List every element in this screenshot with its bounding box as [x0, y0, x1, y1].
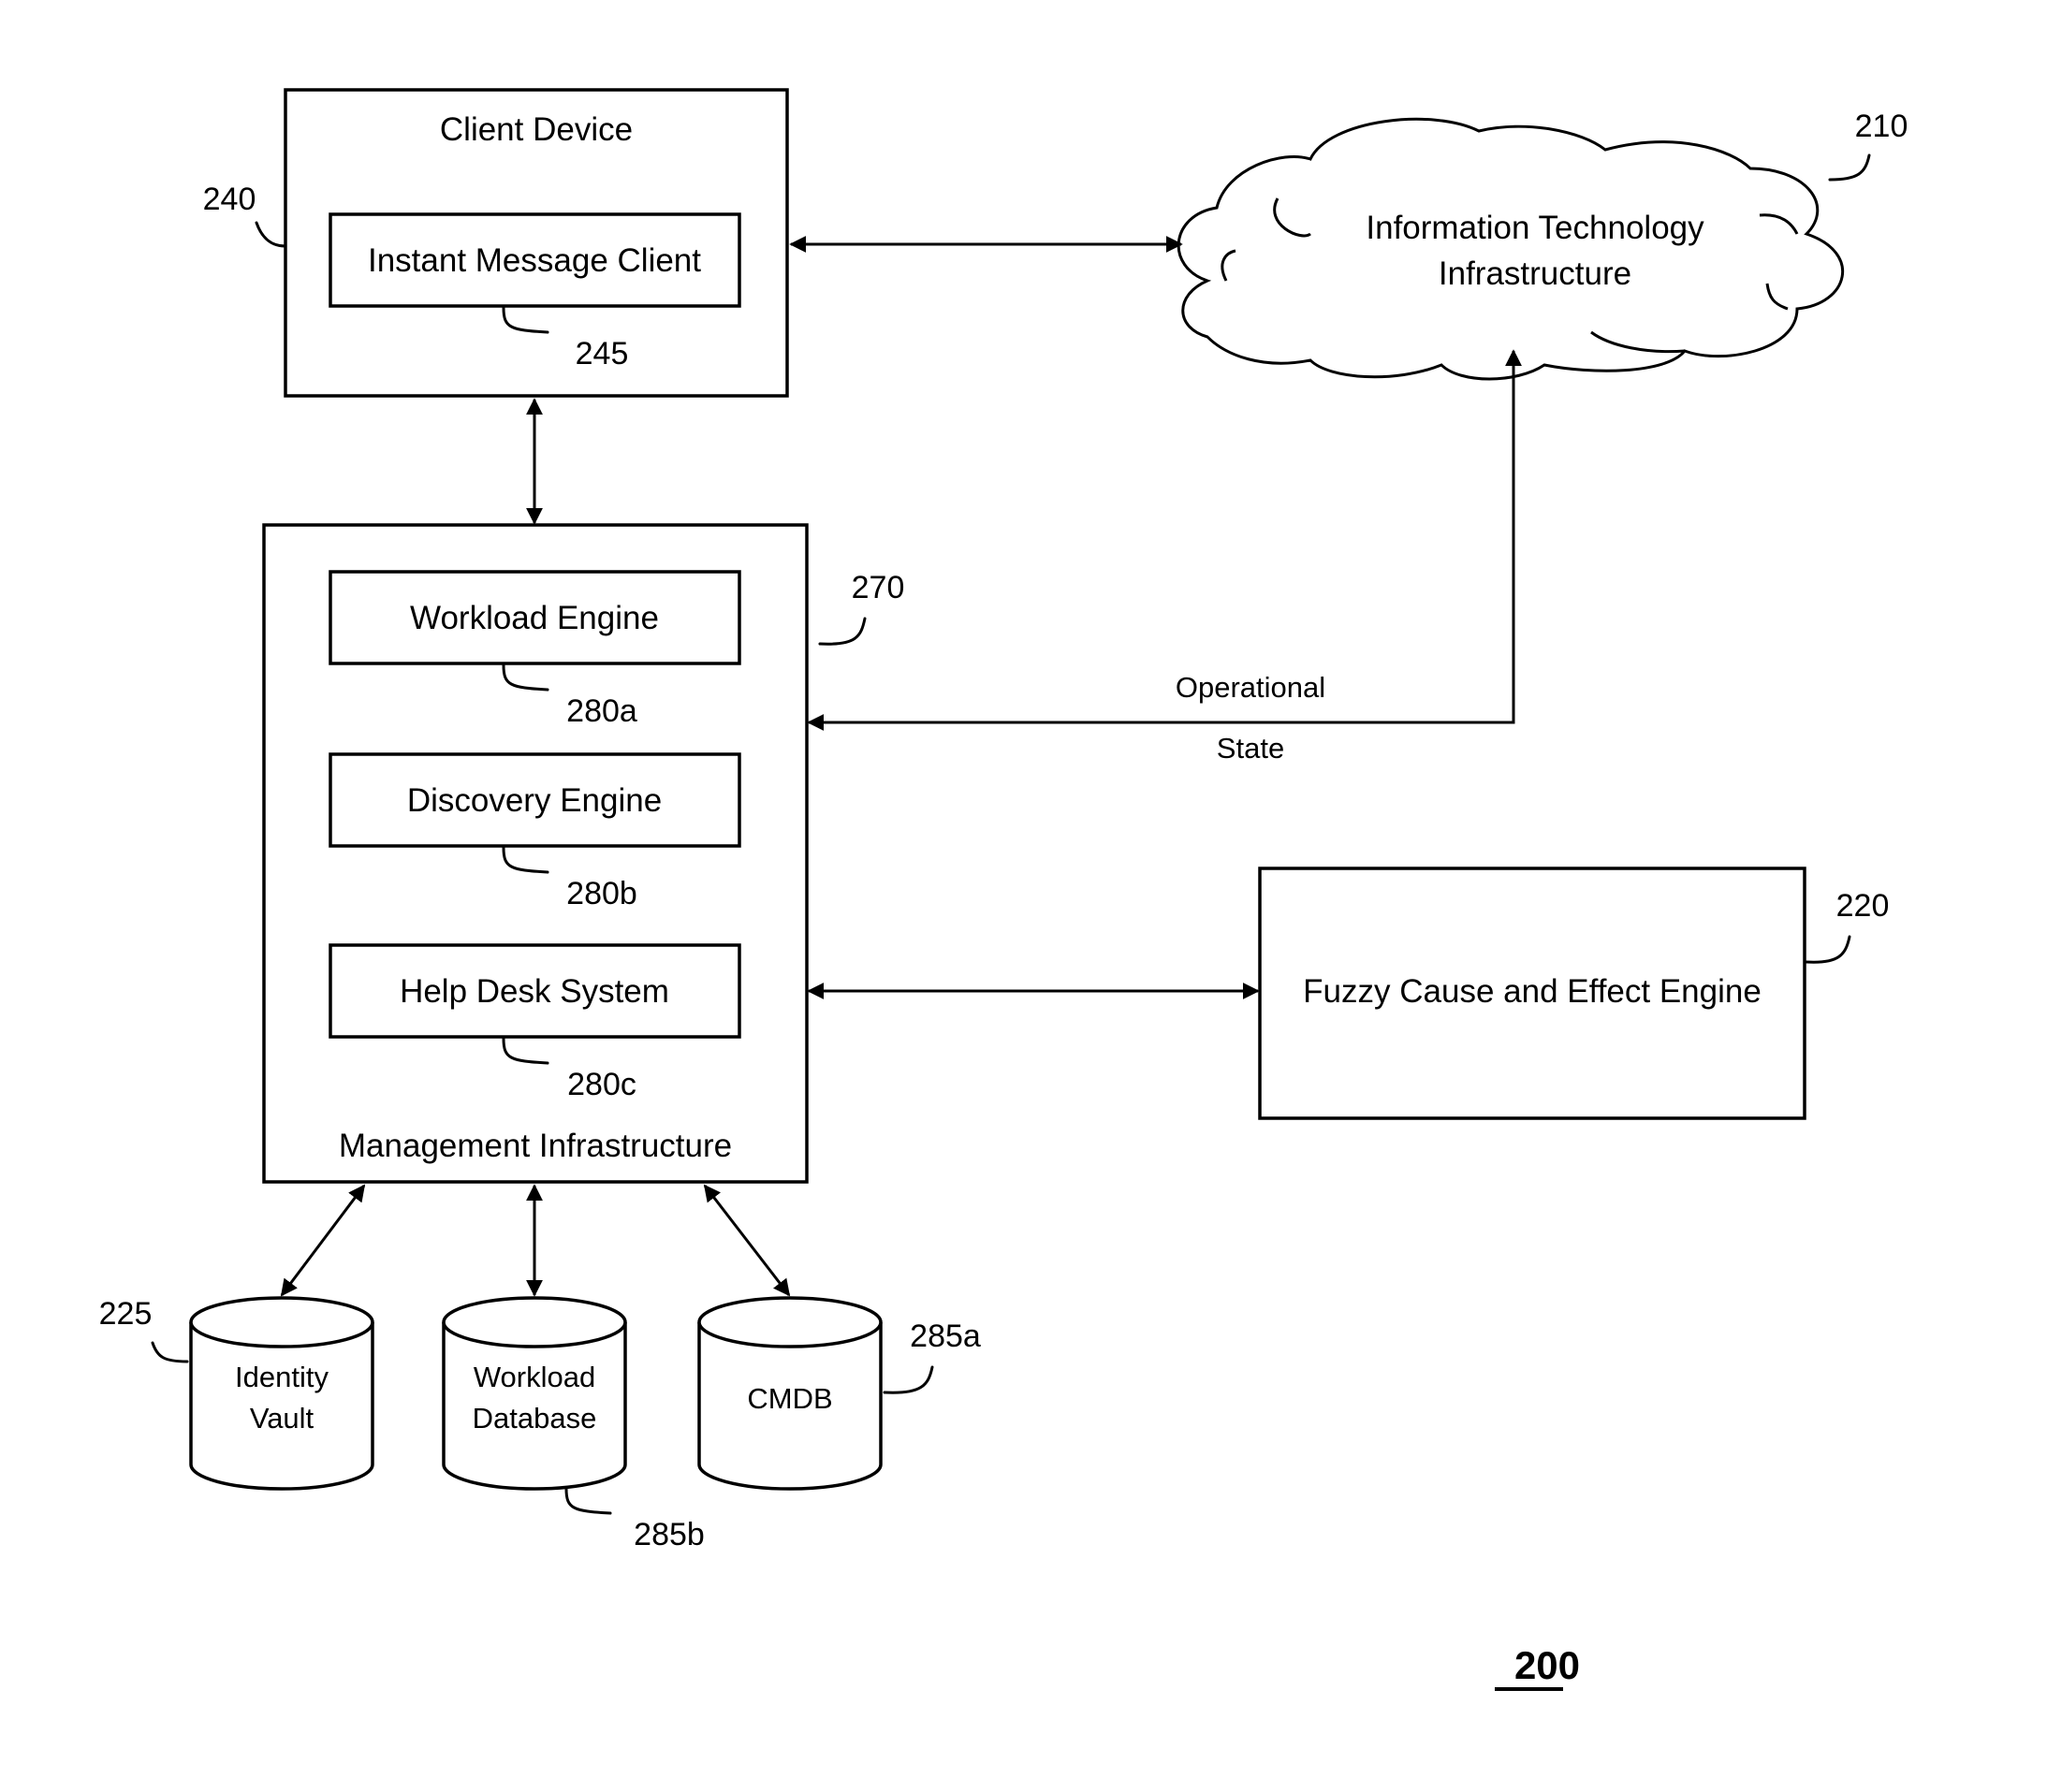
cylinder-top	[442, 1296, 627, 1348]
cloud-label-line1: Information Technology	[1366, 210, 1704, 246]
help-desk-system-label: Help Desk System	[400, 973, 669, 1010]
operational-state-label-line1: Operational	[1176, 671, 1325, 704]
workload-database-label-line2: Database	[473, 1402, 597, 1435]
ref-220: 220	[1836, 888, 1890, 924]
cloud-shape	[1177, 117, 1845, 381]
cloud-inner-curve	[1221, 249, 1236, 282]
ref-285a: 285a	[910, 1319, 981, 1354]
ref-leader-210	[1828, 153, 1871, 182]
management-infrastructure-title: Management Infrastructure	[339, 1128, 732, 1164]
ref-leader-220	[1805, 935, 1851, 964]
instant-message-client[interactable]: Instant Message Client	[329, 212, 741, 308]
arrow-management-to-identity-vault	[280, 1184, 366, 1297]
ref-240: 240	[203, 182, 256, 217]
instant-message-client-label: Instant Message Client	[368, 242, 701, 279]
workload-database-label-line1: Workload	[474, 1361, 595, 1393]
ref-280a: 280a	[566, 693, 637, 729]
system-diagram: Client Device Instant Message Client 245…	[99, 88, 1908, 1691]
workload-engine[interactable]: Workload Engine	[329, 570, 741, 665]
identity-vault-database[interactable]: Identity Vault	[189, 1296, 374, 1491]
cloud-inner-curve	[1590, 330, 1686, 354]
ref-285b: 285b	[634, 1517, 705, 1552]
cmdb-label: CMDB	[747, 1382, 832, 1415]
ref-210: 210	[1855, 109, 1908, 144]
ref-225: 225	[99, 1296, 153, 1332]
cylinder-top	[189, 1296, 374, 1348]
identity-vault-label-line2: Vault	[250, 1402, 314, 1435]
ref-leader-225	[151, 1341, 189, 1363]
ref-270: 270	[852, 570, 905, 605]
help-desk-system[interactable]: Help Desk System	[329, 943, 741, 1039]
ref-245: 245	[576, 336, 629, 372]
ref-leader-270	[818, 617, 867, 646]
client-device[interactable]: Client Device Instant Message Client 245	[284, 88, 789, 398]
fuzzy-engine-label: Fuzzy Cause and Effect Engine	[1303, 973, 1762, 1010]
cloud-label-line2: Infrastructure	[1439, 255, 1631, 292]
ref-leader-285a	[883, 1365, 934, 1394]
management-infrastructure[interactable]: Workload Engine 280a Discovery Engine 28…	[262, 523, 809, 1184]
cloud-inner-curve	[1765, 283, 1789, 311]
arrow-operational-state	[807, 349, 1522, 731]
ref-280c: 280c	[567, 1067, 636, 1102]
cloud-inner-curve	[1273, 197, 1311, 238]
cloud-inner-curve	[1759, 213, 1799, 235]
discovery-engine-label: Discovery Engine	[407, 782, 662, 819]
discovery-engine[interactable]: Discovery Engine	[329, 752, 741, 848]
cmdb-database[interactable]: CMDB	[697, 1296, 883, 1491]
client-device-title: Client Device	[440, 111, 633, 148]
ref-leader-285b	[564, 1487, 612, 1515]
operational-state-label-line2: State	[1217, 732, 1284, 765]
ref-leader-240	[255, 221, 287, 248]
workload-database[interactable]: Workload Database	[442, 1296, 627, 1491]
fuzzy-cause-effect-engine[interactable]: Fuzzy Cause and Effect Engine	[1258, 867, 1806, 1120]
arrow-management-to-cmdb	[703, 1184, 791, 1297]
cylinder-top	[697, 1296, 883, 1348]
figure-number: 200	[1514, 1643, 1580, 1687]
ref-280b: 280b	[566, 876, 637, 911]
identity-vault-label-line1: Identity	[235, 1361, 329, 1393]
it-infrastructure-cloud[interactable]: Information Technology Infrastructure	[1177, 117, 1845, 381]
workload-engine-label: Workload Engine	[410, 600, 659, 636]
